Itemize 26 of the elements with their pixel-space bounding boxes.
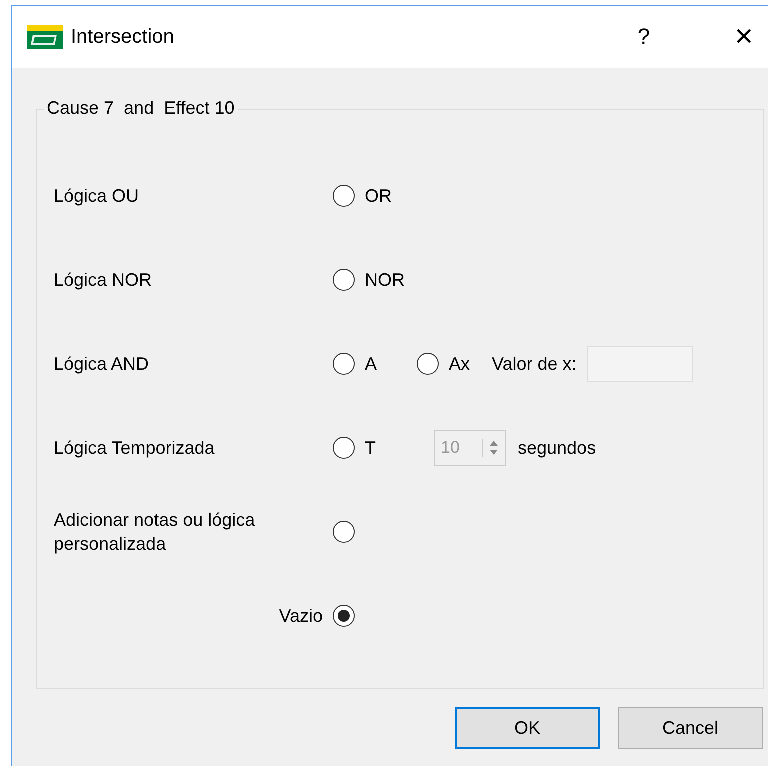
radio-button[interactable] (333, 185, 355, 207)
radio-button[interactable] (333, 269, 355, 291)
row-label: Lógica Temporizada (54, 437, 215, 460)
unit-label: segundos (518, 438, 596, 458)
radio-label: OR (365, 186, 392, 206)
row-label: Vazio (279, 605, 323, 628)
radio-button[interactable] (333, 437, 355, 459)
help-button[interactable]: ? (624, 24, 664, 50)
radio-button[interactable] (417, 353, 440, 375)
window-title: Intersection (71, 26, 174, 48)
logo-icon (27, 25, 63, 49)
radio-button[interactable] (333, 353, 355, 375)
radio-label: Ax (449, 354, 470, 374)
row-label: Adicionar notas ou lógica personalizada (54, 509, 256, 556)
radio-label: NOR (365, 270, 405, 290)
row-label: Lógica OU (54, 185, 140, 208)
radio-button[interactable] (333, 521, 355, 543)
dialog-button[interactable]: OK (455, 707, 600, 749)
row-label: Lógica AND (54, 353, 150, 376)
close-button[interactable]: ✕ (724, 22, 764, 52)
radio-button[interactable] (333, 605, 355, 627)
radio-label: A (365, 354, 378, 374)
dialog-button[interactable]: Cancel (618, 707, 763, 749)
row-label: Lógica NOR (54, 269, 152, 292)
field-label: Valor de x: (492, 354, 577, 374)
radio-label: T (365, 438, 376, 458)
